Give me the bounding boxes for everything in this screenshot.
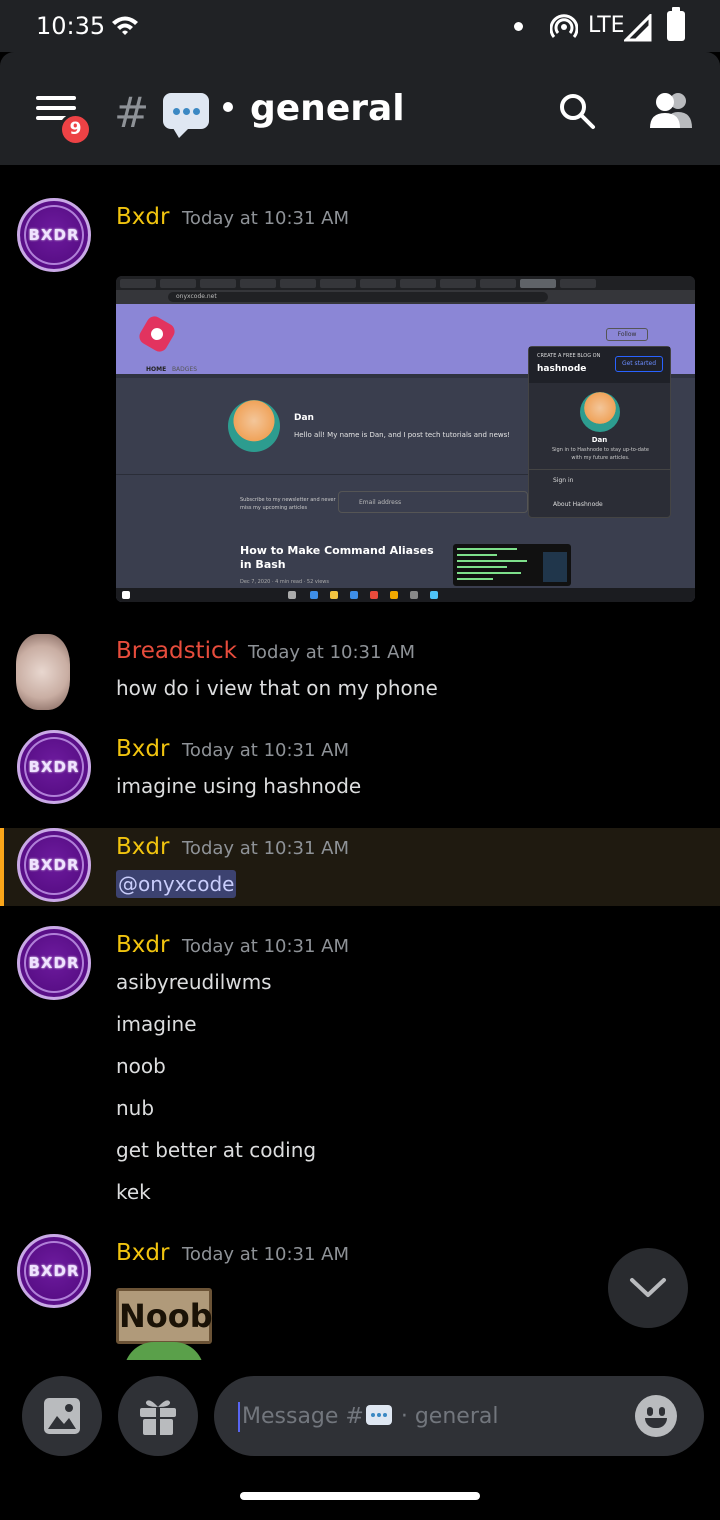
terminal-thumbnail — [453, 544, 571, 586]
message-timestamp: Today at 10:31 AM — [248, 642, 416, 663]
subscribe-text: Subscribe to my newsletter and never mis… — [240, 497, 336, 511]
article-meta: Dec 7, 2020 · 4 min read · 52 views — [240, 579, 330, 585]
mention-highlight — [0, 828, 720, 906]
chevron-down-icon — [630, 1278, 666, 1297]
unread-badge: 9 — [59, 113, 92, 146]
avatar[interactable] — [16, 634, 70, 710]
status-bar: 10:35 LTE — [0, 0, 720, 52]
message-author[interactable]: Bxdr — [116, 736, 169, 762]
article-title: How to Make Command Aliases in Bash — [240, 544, 434, 571]
message-text: asibyreudilwms — [116, 970, 272, 994]
divider — [116, 474, 528, 475]
message-author[interactable]: Bxdr — [116, 204, 169, 230]
home-indicator[interactable] — [240, 1492, 480, 1500]
text-cursor — [238, 1402, 240, 1432]
emoji-icon[interactable] — [635, 1395, 677, 1437]
hashnode-dropdown: CREATE A FREE BLOG ON hashnode Get start… — [528, 346, 671, 518]
message-placeholder: Message # · general — [242, 1404, 499, 1429]
windows-taskbar — [116, 588, 695, 602]
message-text: nub — [116, 1096, 155, 1120]
avatar[interactable]: BXDR — [17, 198, 91, 272]
avatar[interactable]: BXDR — [17, 1234, 91, 1308]
message-author[interactable]: Bxdr — [116, 1240, 169, 1266]
message-input[interactable]: Message # · general — [214, 1376, 704, 1456]
profile-bio: Hello all! My name is Dan, and I post te… — [294, 431, 511, 439]
message-text: get better at coding — [116, 1138, 317, 1162]
profile-name: Dan — [294, 413, 314, 423]
message-author[interactable]: Bxdr — [116, 834, 169, 860]
blog-nav: HOME BADGES — [146, 366, 198, 373]
message-timestamp: Today at 10:31 AM — [182, 936, 350, 957]
attach-image-button[interactable] — [22, 1376, 102, 1456]
gift-button[interactable] — [118, 1376, 198, 1456]
message-text: @onyxcode — [116, 870, 237, 898]
avatar[interactable]: BXDR — [17, 730, 91, 804]
channel-hash-icon: # — [114, 88, 150, 137]
follow-button: Follow — [606, 328, 648, 341]
message-text: imagine using hashnode — [116, 774, 362, 798]
status-time: 10:35 — [36, 12, 106, 40]
signal-icon — [624, 14, 652, 42]
message-timestamp: Today at 10:31 AM — [182, 208, 350, 229]
notification-dot — [514, 22, 523, 31]
scroll-to-bottom-button[interactable] — [608, 1248, 688, 1328]
screenshot-attachment[interactable]: onyxcode.net Follow HOME BADGES Dan Hell… — [116, 276, 695, 602]
browser-address-bar: onyxcode.net — [116, 290, 695, 304]
image-icon — [44, 1398, 80, 1434]
channel-name[interactable]: general — [250, 88, 405, 129]
message-text: kek — [116, 1180, 151, 1204]
noob-sticker[interactable]: Noob — [116, 1288, 212, 1360]
battery-icon — [667, 7, 685, 41]
hotspot-icon — [550, 14, 578, 38]
speech-bubble-icon — [163, 93, 209, 138]
message-author[interactable]: Bxdr — [116, 932, 169, 958]
speech-bubble-icon — [365, 1405, 392, 1425]
profile-picture — [228, 400, 280, 452]
wifi-icon — [112, 16, 138, 35]
email-field: Email address — [338, 491, 528, 513]
channel-header: 9 # general — [0, 52, 720, 165]
separator-dot — [223, 102, 233, 112]
members-icon[interactable] — [648, 90, 694, 130]
message-text: noob — [116, 1054, 166, 1078]
network-type: LTE — [588, 13, 625, 38]
avatar[interactable]: BXDR — [17, 828, 91, 902]
message-text: imagine — [116, 1012, 197, 1036]
message-timestamp: Today at 10:31 AM — [182, 740, 350, 761]
gift-icon — [140, 1400, 176, 1435]
browser-tabs — [116, 276, 695, 290]
user-mention[interactable]: @onyxcode — [116, 870, 237, 898]
message-text: how do i view that on my phone — [116, 676, 438, 700]
message-timestamp: Today at 10:31 AM — [182, 838, 350, 859]
message-author[interactable]: Breadstick — [116, 638, 237, 664]
search-icon[interactable] — [558, 92, 596, 130]
message-timestamp: Today at 10:31 AM — [182, 1244, 350, 1265]
avatar[interactable]: BXDR — [17, 926, 91, 1000]
